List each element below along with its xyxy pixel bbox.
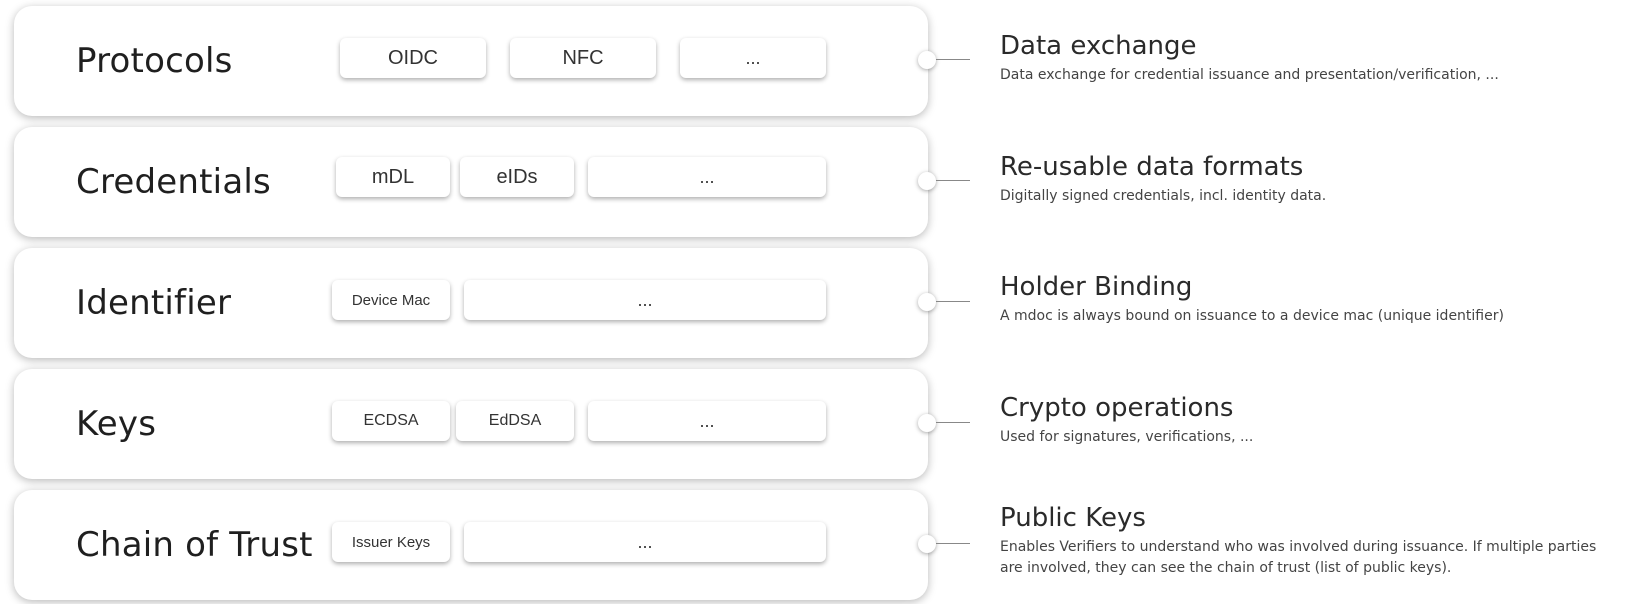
chip-mdl: mDL (336, 157, 450, 197)
connector-line (936, 422, 970, 423)
layer-chain-of-trust: Chain of Trust Issuer Keys ... (14, 490, 928, 600)
chip-device-mac: Device Mac (332, 280, 450, 320)
layer-identifier: Identifier Device Mac ... (14, 248, 928, 358)
chip-more: ... (464, 280, 826, 320)
description-heading: Re-usable data formats (1000, 152, 1304, 182)
description-data-exchange: Data exchange Data exchange for credenti… (1000, 31, 1620, 86)
description-reusable-data-formats: Re-usable data formats Digitally signed … (1000, 152, 1620, 207)
description-heading: Public Keys (1000, 503, 1146, 533)
connector-dot (918, 535, 936, 553)
layer-title: Identifier (76, 283, 232, 323)
chip-issuer-keys: Issuer Keys (332, 522, 450, 562)
chip-eids: eIDs (460, 157, 574, 197)
description-text: Data exchange for credential issuance an… (1000, 67, 1499, 83)
chip-more: ... (464, 522, 826, 562)
connector-line (936, 180, 970, 181)
description-holder-binding: Holder Binding A mdoc is always bound on… (1000, 272, 1620, 327)
chip-ecdsa: ECDSA (332, 401, 450, 441)
layer-keys: Keys ECDSA EdDSA ... (14, 369, 928, 479)
layer-title: Keys (76, 404, 157, 444)
description-heading: Holder Binding (1000, 272, 1193, 302)
description-text: A mdoc is always bound on issuance to a … (1000, 308, 1504, 324)
connector-line (936, 59, 970, 60)
layer-title: Credentials (76, 162, 271, 202)
connector-dot (918, 172, 936, 190)
connector-line (936, 543, 970, 544)
layer-title: Chain of Trust (76, 525, 313, 565)
chip-more: ... (680, 38, 826, 78)
description-public-keys: Public Keys Enables Verifiers to underst… (1000, 503, 1620, 579)
chip-oidc: OIDC (340, 38, 486, 78)
description-heading: Data exchange (1000, 31, 1197, 61)
description-text: Digitally signed credentials, incl. iden… (1000, 188, 1327, 204)
layer-title: Protocols (76, 41, 233, 81)
chip-eddsa: EdDSA (456, 401, 574, 441)
description-heading: Crypto operations (1000, 393, 1234, 423)
layer-credentials: Credentials mDL eIDs ... (14, 127, 928, 237)
connector-dot (918, 414, 936, 432)
chip-more: ... (588, 401, 826, 441)
chip-nfc: NFC (510, 38, 656, 78)
connector-dot (918, 293, 936, 311)
description-text: Used for signatures, verifications, ... (1000, 429, 1254, 445)
description-text: Enables Verifiers to understand who was … (1000, 539, 1597, 576)
layer-protocols: Protocols OIDC NFC ... (14, 6, 928, 116)
connector-line (936, 301, 970, 302)
connector-dot (918, 51, 936, 69)
description-crypto-operations: Crypto operations Used for signatures, v… (1000, 393, 1620, 448)
chip-more: ... (588, 157, 826, 197)
